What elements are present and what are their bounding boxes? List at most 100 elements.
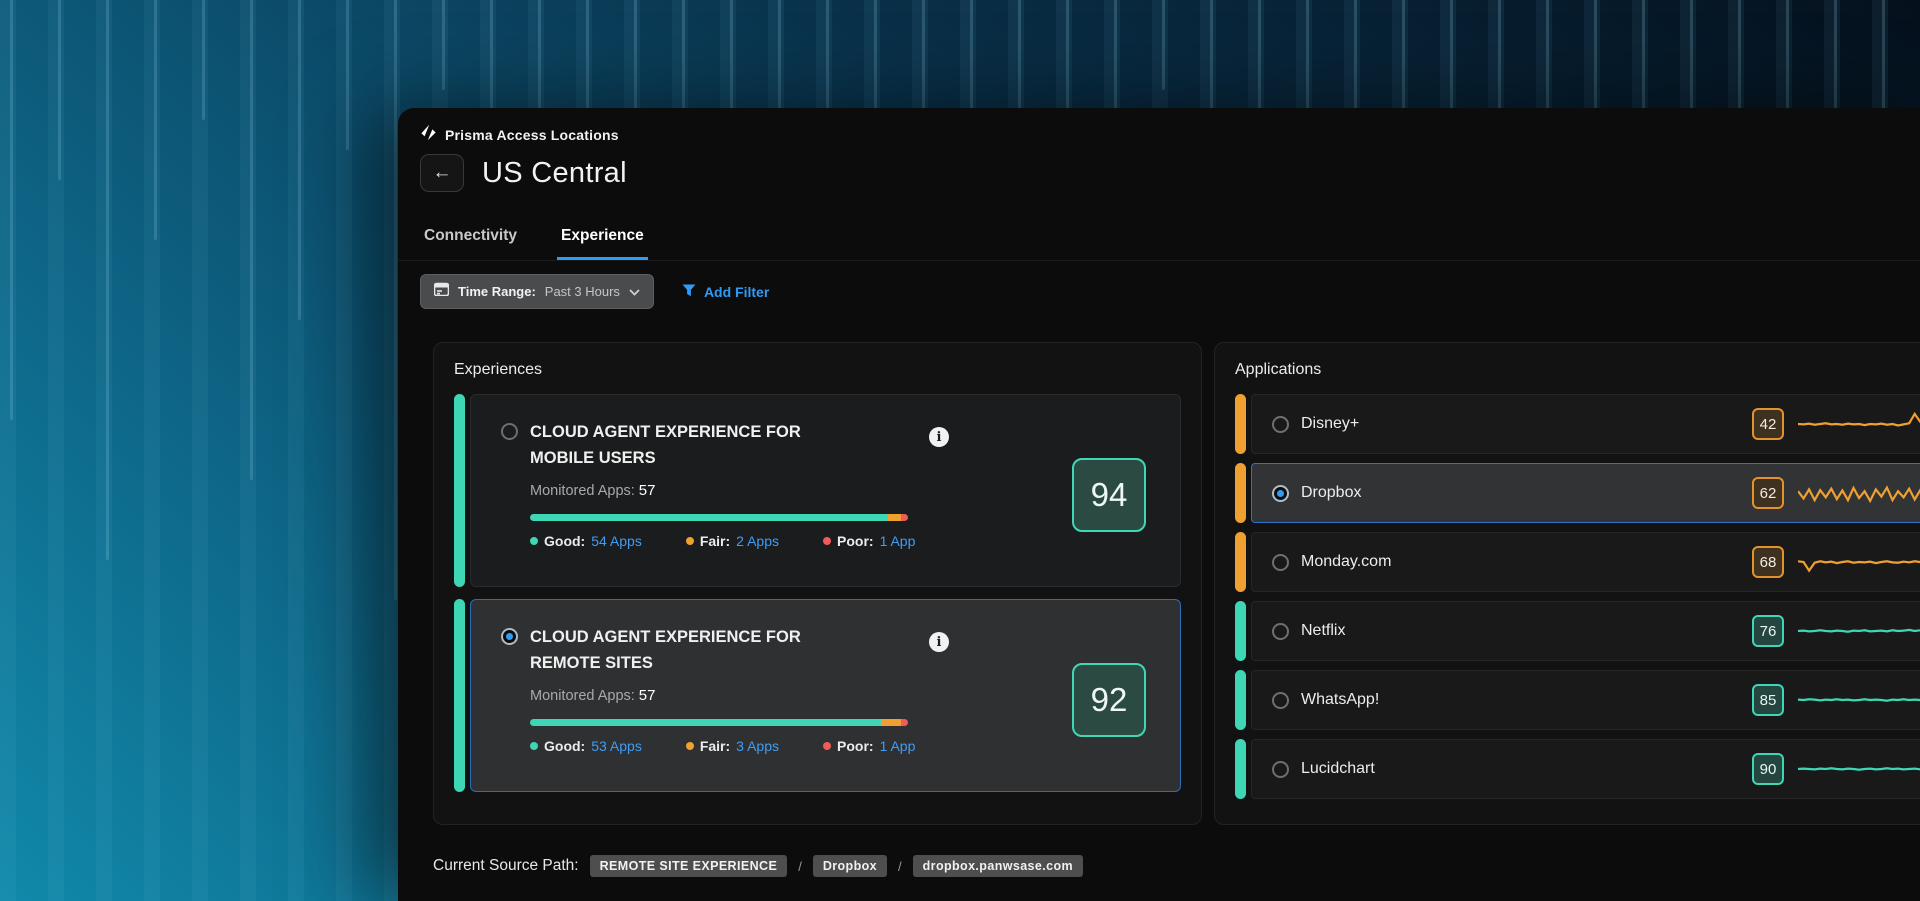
chevron-down-icon [629, 283, 640, 301]
info-icon[interactable]: i [929, 632, 949, 652]
applications-panel: Applications Disney+ 42 Dropbox [1214, 342, 1920, 825]
experience-card-title: CLOUD AGENT EXPERIENCE FOR MOBILE USERS [530, 419, 860, 472]
row-accent-bar [1235, 601, 1246, 661]
legend-fair: Fair:2 Apps [686, 533, 779, 549]
bar-segment-good [530, 719, 881, 726]
poor-dot-icon [823, 742, 831, 750]
source-path-segment-experience: REMOTE SITE EXPERIENCE [590, 855, 788, 877]
app-row-card[interactable]: WhatsApp! 85 [1251, 670, 1920, 730]
experiences-title: Experiences [454, 361, 1181, 379]
back-button[interactable]: ← [420, 154, 464, 192]
title-row: ← US Central [420, 154, 1920, 192]
calendar-icon [434, 282, 449, 301]
path-separator: / [898, 859, 902, 874]
good-dot-icon [530, 742, 538, 750]
experience-card-main: CLOUD AGENT EXPERIENCE FOR MOBILE USERS … [501, 419, 949, 570]
app-radio[interactable] [1272, 761, 1289, 778]
app-score-badge: 85 [1752, 684, 1784, 716]
content-area: Experiences CLOUD AGENT EXPERIENCE FOR M… [433, 342, 1920, 825]
card-accent-bar [454, 394, 465, 587]
legend-fair: Fair:3 Apps [686, 738, 779, 754]
app-score-badge: 68 [1752, 546, 1784, 578]
time-range-dropdown[interactable]: Time Range: Past 3 Hours [420, 274, 654, 309]
app-name: WhatsApp! [1301, 691, 1379, 709]
tab-bar: Connectivity Experience [398, 216, 1920, 261]
app-row-card[interactable]: Netflix 76 [1251, 601, 1920, 661]
source-path-label: Current Source Path: [433, 857, 579, 875]
experience-card-title: CLOUD AGENT EXPERIENCE FOR REMOTE SITES [530, 624, 860, 677]
bar-segment-poor [901, 719, 908, 726]
app-row-card[interactable]: Dropbox 62 [1251, 463, 1920, 523]
app-row-card[interactable]: Monday.com 68 [1251, 532, 1920, 592]
experience-card-remote-sites: CLOUD AGENT EXPERIENCE FOR REMOTE SITES … [454, 599, 1181, 792]
row-accent-bar [1235, 670, 1246, 730]
experience-card-mobile-users: CLOUD AGENT EXPERIENCE FOR MOBILE USERS … [454, 394, 1181, 587]
experience-radio[interactable] [501, 423, 518, 440]
app-row-disney: Disney+ 42 [1235, 394, 1920, 454]
tab-connectivity[interactable]: Connectivity [420, 216, 521, 260]
path-separator: / [798, 859, 802, 874]
app-row-card[interactable]: Lucidchart 90 [1251, 739, 1920, 799]
app-health-bar [530, 514, 908, 521]
app-window: Prisma Access Locations ← US Central Con… [398, 108, 1920, 901]
fair-dot-icon [686, 537, 694, 545]
legend-good: Good:53 Apps [530, 738, 642, 754]
experience-card[interactable]: CLOUD AGENT EXPERIENCE FOR MOBILE USERS … [470, 394, 1181, 587]
applications-title: Applications [1235, 361, 1920, 379]
app-score-badge: 76 [1752, 615, 1784, 647]
app-radio[interactable] [1272, 623, 1289, 640]
good-count-link[interactable]: 53 Apps [591, 738, 642, 754]
app-radio[interactable] [1272, 416, 1289, 433]
app-row-netflix: Netflix 76 [1235, 601, 1920, 661]
source-path-segment-app: Dropbox [813, 855, 887, 877]
monitored-apps: Monitored Apps:57 [530, 482, 949, 499]
row-accent-bar [1235, 463, 1246, 523]
poor-count-link[interactable]: 1 App [880, 738, 916, 754]
app-row-dropbox: Dropbox 62 [1235, 463, 1920, 523]
row-accent-bar [1235, 394, 1246, 454]
experiences-panel: Experiences CLOUD AGENT EXPERIENCE FOR M… [433, 342, 1202, 825]
monitored-apps: Monitored Apps:57 [530, 687, 949, 704]
monitored-apps-count: 57 [639, 482, 656, 499]
experience-card-title-row: CLOUD AGENT EXPERIENCE FOR MOBILE USERS … [501, 419, 949, 472]
app-score-badge: 42 [1752, 408, 1784, 440]
app-radio[interactable] [1272, 485, 1289, 502]
app-radio[interactable] [1272, 554, 1289, 571]
experience-card-main: CLOUD AGENT EXPERIENCE FOR REMOTE SITES … [501, 624, 949, 775]
app-row-whatsapp: WhatsApp! 85 [1235, 670, 1920, 730]
app-name: Monday.com [1301, 553, 1391, 571]
experience-score: 94 [1072, 458, 1146, 532]
app-name: Netflix [1301, 622, 1345, 640]
legend-poor: Poor:1 App [823, 738, 915, 754]
brand-row: Prisma Access Locations [420, 124, 1920, 146]
app-sparkline [1798, 475, 1920, 511]
tab-experience[interactable]: Experience [557, 216, 648, 260]
bar-segment-poor [901, 514, 908, 521]
window-header: Prisma Access Locations ← US Central [398, 108, 1920, 192]
experience-radio[interactable] [501, 628, 518, 645]
back-arrow-icon: ← [433, 162, 452, 184]
funnel-icon [682, 284, 696, 300]
app-row-card[interactable]: Disney+ 42 [1251, 394, 1920, 454]
health-legend: Good:53 Apps Fair:3 Apps Poor:1 App [530, 738, 949, 754]
experience-card[interactable]: CLOUD AGENT EXPERIENCE FOR REMOTE SITES … [470, 599, 1181, 792]
health-legend: Good:54 Apps Fair:2 Apps Poor:1 App [530, 533, 949, 549]
fair-count-link[interactable]: 2 Apps [736, 533, 779, 549]
filter-bar: Time Range: Past 3 Hours Add Filter [420, 274, 1920, 309]
app-name: Lucidchart [1301, 760, 1375, 778]
brand-label: Prisma Access Locations [445, 127, 619, 143]
app-health-bar [530, 719, 908, 726]
fair-count-link[interactable]: 3 Apps [736, 738, 779, 754]
app-radio[interactable] [1272, 692, 1289, 709]
time-range-value: Past 3 Hours [545, 284, 620, 299]
poor-count-link[interactable]: 1 App [880, 533, 916, 549]
app-row-lucidchart: Lucidchart 90 [1235, 739, 1920, 799]
good-dot-icon [530, 537, 538, 545]
experience-card-title-row: CLOUD AGENT EXPERIENCE FOR REMOTE SITES … [501, 624, 949, 677]
add-filter-button[interactable]: Add Filter [682, 284, 769, 300]
info-icon[interactable]: i [929, 427, 949, 447]
legend-poor: Poor:1 App [823, 533, 915, 549]
app-score-badge: 90 [1752, 753, 1784, 785]
good-count-link[interactable]: 54 Apps [591, 533, 642, 549]
app-sparkline [1798, 751, 1920, 787]
